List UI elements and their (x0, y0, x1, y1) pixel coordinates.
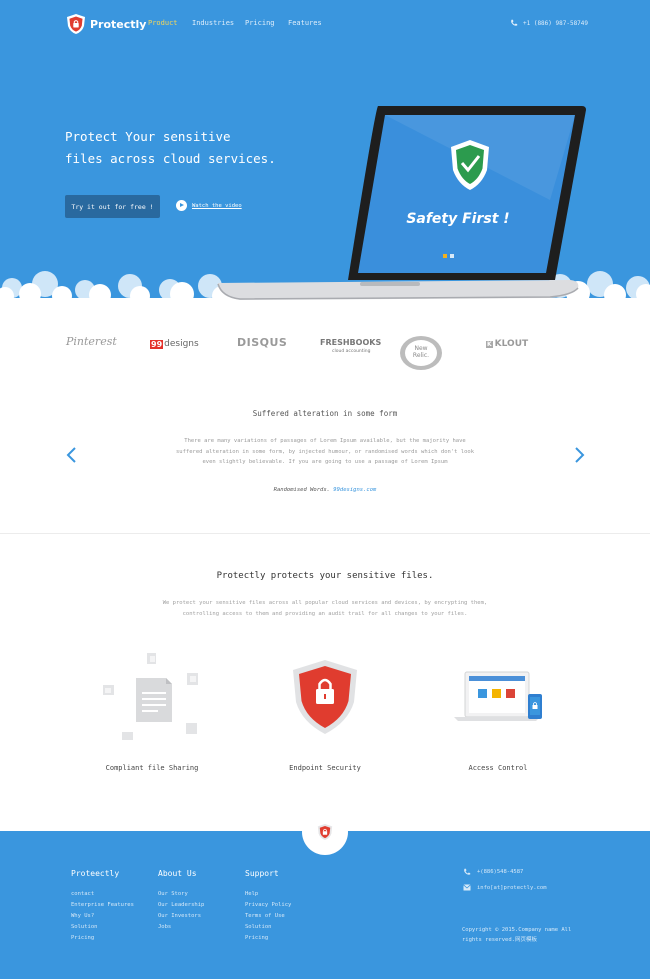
features-description: We protect your sensitive files across a… (162, 600, 488, 617)
logo-text: Protectly (90, 17, 147, 31)
header-phone-text: +1 (886) 987-58749 (523, 19, 589, 27)
brand-freshbooks-sub: cloud accounting (332, 349, 371, 354)
file-sharing-icon (103, 653, 198, 740)
newrelic-line-1: New (414, 345, 428, 352)
nav-link-features[interactable]: Features (288, 19, 322, 27)
phone-icon (511, 19, 518, 26)
nav-link-industries[interactable]: Industries (192, 19, 234, 27)
footer-list-about: Our Story Our Leadership Our Investors J… (158, 889, 204, 933)
next-arrow-icon[interactable] (572, 446, 586, 464)
logo[interactable]: Protectly (66, 13, 146, 35)
testimonial-author: Randomised Words. 99designs.com (0, 487, 650, 493)
footer-heading-protectly: Proteectly (71, 869, 120, 878)
devices-icon (454, 671, 542, 721)
footer-link-our-investors[interactable]: Our Investors (158, 911, 204, 922)
footer-link-contact[interactable]: contact (71, 889, 134, 900)
brand-99-number: 99 (150, 339, 164, 349)
feature-label-file-sharing: Compliant file Sharing (105, 764, 199, 772)
brand-logo-freshbooks: FRESHBOOKS cloud accounting (320, 338, 381, 356)
header-phone: +1 (886) 987-58749 (510, 19, 588, 27)
play-icon (176, 200, 187, 211)
footer-link-help[interactable]: Help (245, 889, 291, 900)
mail-icon (463, 884, 471, 891)
footer-link-solution[interactable]: Solution (71, 922, 134, 933)
shield-lock-icon (293, 660, 357, 734)
testimonial-author-site[interactable]: 99designs.com (333, 487, 376, 493)
newrelic-line-2: Relic. (412, 352, 430, 359)
copyright: Copyright © 2015.Company name All rights… (462, 925, 582, 945)
section-divider (0, 533, 650, 534)
phone-icon (464, 868, 471, 875)
footer-link-terms-of-use[interactable]: Terms of Use (245, 911, 291, 922)
klout-text: KLOUT (494, 339, 529, 349)
copyright-line-1: Copyright © 2015.Company name All (462, 927, 572, 933)
klout-mark: K (486, 340, 493, 348)
testimonial-author-label: Randomised Words. (273, 487, 330, 493)
brand-logo-klout: K KLOUT (486, 339, 528, 349)
feature-label-endpoint-security: Endpoint Security (289, 764, 361, 772)
footer-list-support: Help Privacy Policy Terms of Use Solutio… (245, 889, 291, 944)
nav-link-product[interactable]: Product (148, 19, 178, 27)
footer-logo-badge (302, 809, 348, 855)
copyright-line-2: rights reserved.网页模板 (462, 937, 537, 943)
footer-phone: +(886)548-4587 (463, 868, 523, 876)
footer-email-text[interactable]: info[at]protectly.com (477, 885, 547, 891)
brand-logo-newrelic: New Relic. (399, 335, 443, 371)
footer-link-enterprise-features[interactable]: Enterprise Features (71, 900, 134, 911)
brand-logo-pinterest: Pinterest (66, 335, 117, 348)
try-free-button[interactable]: Try it out for free ! (65, 195, 160, 218)
brand-logo-disqus: DISQUS (237, 336, 288, 349)
newrelic-text: New Relic. (399, 345, 443, 359)
footer-email: info[at]protectly.com (463, 884, 547, 891)
feature-label-access-control: Access Control (468, 764, 528, 772)
testimonial-body: There are many variations of passages of… (175, 438, 474, 465)
footer-link-jobs[interactable]: Jobs (158, 922, 204, 933)
footer-link-pricing[interactable]: Pricing (71, 933, 134, 944)
footer-link-why-us[interactable]: Why Us? (71, 911, 134, 922)
laptop-illustration (217, 106, 586, 300)
footer-link-privacy-policy[interactable]: Privacy Policy (245, 900, 291, 911)
top-nav: Protectly Product Industries Pricing Fea… (0, 0, 650, 48)
footer-heading-support: Support (245, 869, 279, 878)
features-title: Protectly protects your sensitive files. (216, 571, 434, 581)
footer-link-our-story[interactable]: Our Story (158, 889, 204, 900)
brand-freshbooks-text: FRESHBOOKS (320, 338, 382, 347)
testimonial-title: Suffered alteration in some form (252, 409, 398, 418)
footer-list-protectly: contact Enterprise Features Why Us? Solu… (71, 889, 134, 944)
prev-arrow-icon[interactable] (65, 446, 79, 464)
brand-logo-99designs: 99 designs (150, 339, 199, 349)
hero-section: Protectly Product Industries Pricing Fea… (0, 0, 650, 300)
brand-99-text: designs (164, 339, 199, 349)
screen-slogan: Safety First ! (406, 211, 510, 227)
footer-heading-about: About Us (158, 869, 197, 878)
footer-link-support-pricing[interactable]: Pricing (245, 933, 291, 944)
footer-link-our-leadership[interactable]: Our Leadership (158, 900, 204, 911)
footer-phone-text: +(886)548-4587 (477, 869, 524, 875)
shield-logo-icon (67, 14, 85, 34)
footer-shield-icon (317, 824, 333, 840)
footer-link-support-solution[interactable]: Solution (245, 922, 291, 933)
nav-link-pricing[interactable]: Pricing (245, 19, 275, 27)
